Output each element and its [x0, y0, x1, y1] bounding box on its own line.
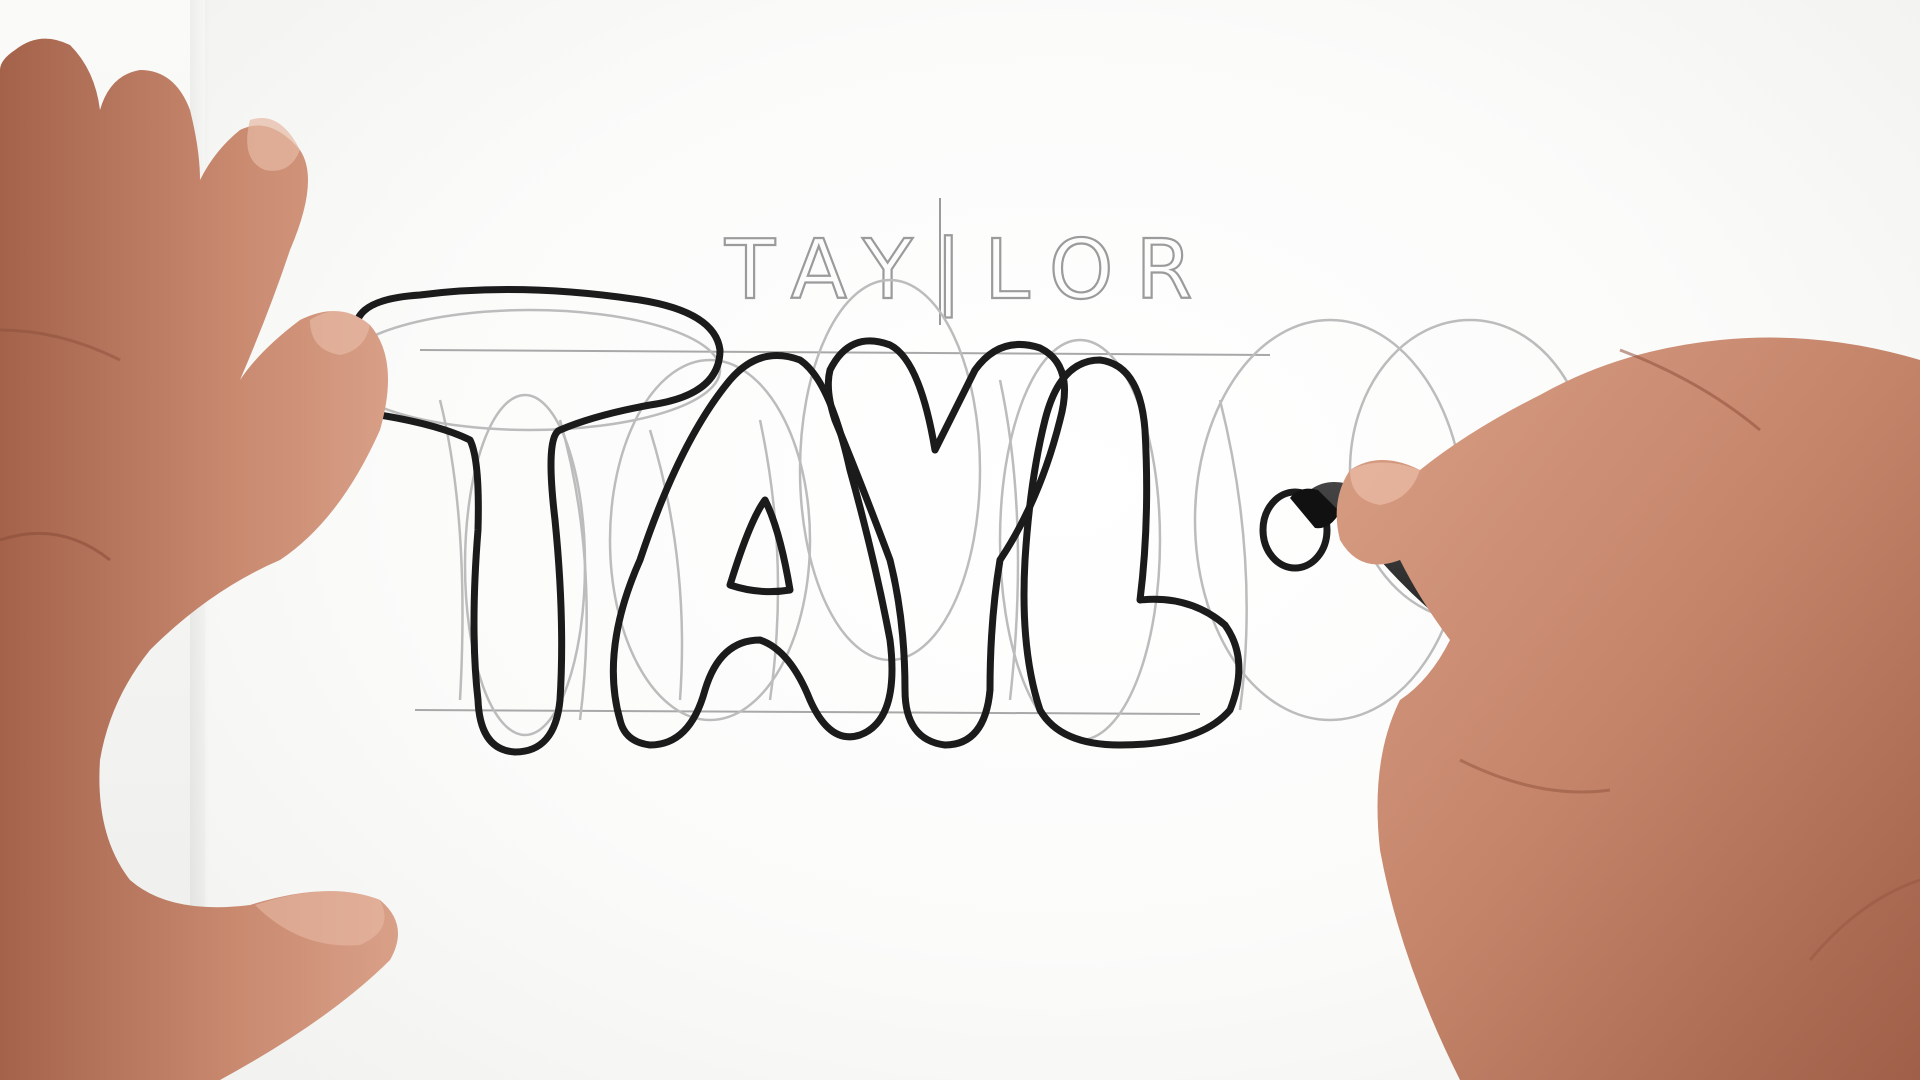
inked-letter-l	[1020, 356, 1243, 749]
drawing-scene: TAY|LOR	[0, 0, 1920, 1080]
right-hand	[1336, 337, 1920, 1080]
left-hand	[0, 0, 398, 1080]
pencil-sketch-word: TAY|LOR	[724, 223, 1214, 318]
drawing-canvas: TAY|LOR	[0, 0, 1920, 1080]
inked-letter-t	[352, 286, 724, 756]
